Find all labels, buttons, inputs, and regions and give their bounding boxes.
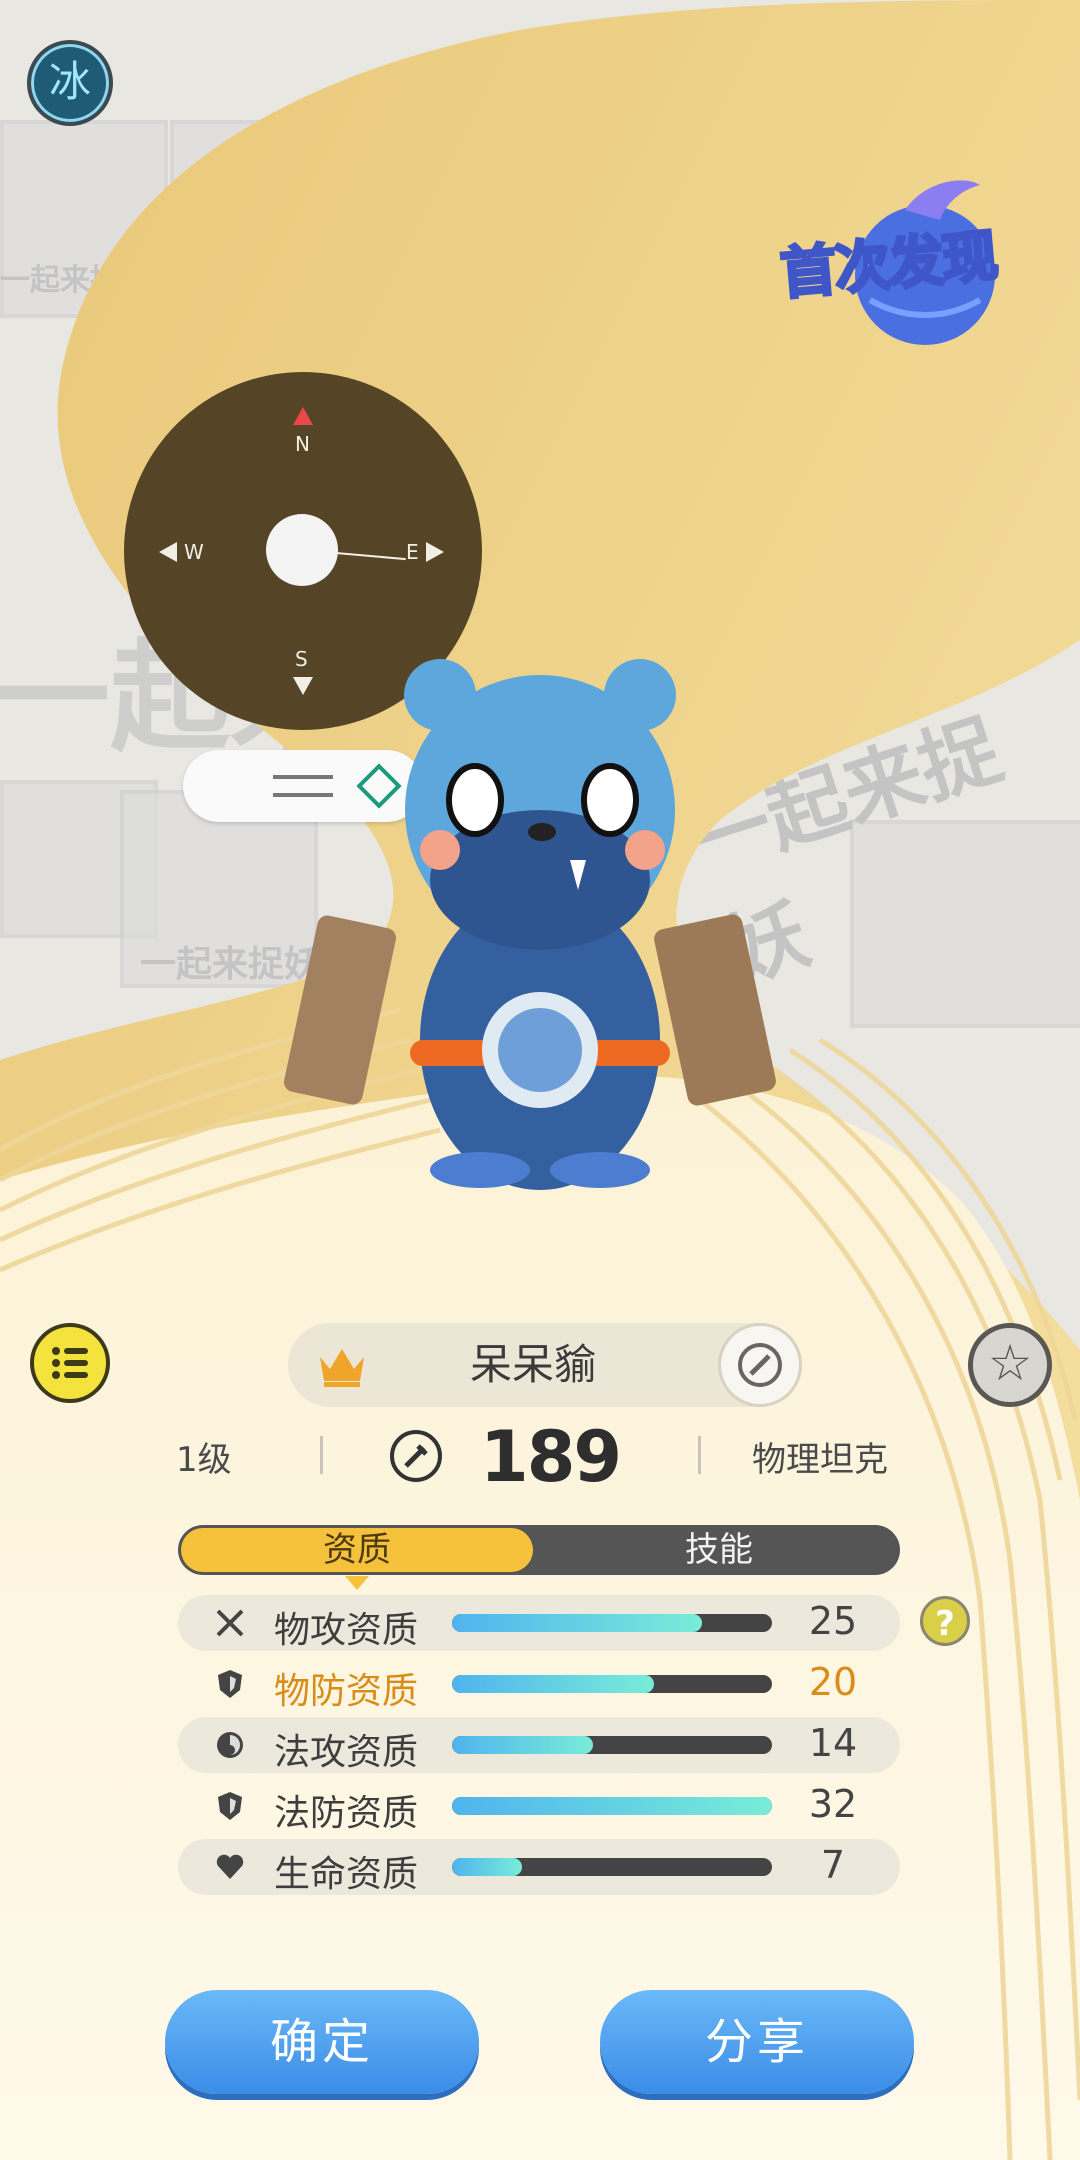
aptitude-bar xyxy=(452,1736,772,1754)
confirm-button[interactable]: 确定 xyxy=(165,1990,479,2094)
aptitude-bar-fill xyxy=(452,1797,772,1815)
aptitude-bar xyxy=(452,1614,772,1632)
tab-pointer xyxy=(345,1576,369,1590)
heart-icon xyxy=(214,1851,246,1883)
aptitude-value: 14 xyxy=(808,1721,858,1765)
compass-north: N xyxy=(295,432,310,456)
crossed-swords-icon xyxy=(214,1607,246,1639)
tab-aptitude[interactable]: 资质 xyxy=(181,1528,533,1572)
aptitude-list: 物攻资质 25 物防资质 20 法攻资质 14 法防资质 32 生命资质 7 xyxy=(178,1595,900,1900)
question-icon: ? xyxy=(935,1604,955,1644)
list-button[interactable] xyxy=(30,1323,110,1403)
aptitude-bar-fill xyxy=(452,1858,523,1876)
aptitude-row: 法防资质 32 xyxy=(178,1778,900,1834)
east-arrow-icon xyxy=(426,542,444,562)
aptitude-bar-fill xyxy=(452,1675,654,1693)
aptitude-row: 生命资质 7 xyxy=(178,1839,900,1895)
pet-level: 1级 xyxy=(176,1440,232,1480)
compass-west: W xyxy=(184,540,204,564)
shield-icon xyxy=(214,1668,246,1700)
orb-icon xyxy=(214,1729,246,1761)
aptitude-bar xyxy=(452,1858,772,1876)
pet-name-bar: 呆呆貐 xyxy=(288,1323,802,1407)
element-badge: 冰 xyxy=(27,40,113,126)
aptitude-label: 法防资质 xyxy=(274,1793,419,1834)
aptitude-bar-fill xyxy=(452,1736,593,1754)
divider xyxy=(698,1436,701,1474)
pet-model xyxy=(284,659,776,1190)
west-arrow-icon xyxy=(159,542,177,562)
aptitude-value: 7 xyxy=(820,1843,846,1887)
aptitude-bar xyxy=(452,1675,772,1693)
detail-tabs: 资质 技能 xyxy=(178,1525,900,1575)
aptitude-label: 物防资质 xyxy=(274,1671,419,1712)
north-arrow-icon xyxy=(293,407,313,425)
aptitude-value: 32 xyxy=(808,1782,858,1826)
aptitude-label: 物攻资质 xyxy=(274,1610,419,1651)
aptitude-label: 生命资质 xyxy=(274,1854,419,1895)
pet-role: 物理坦克 xyxy=(752,1440,888,1480)
combat-power-icon xyxy=(390,1430,442,1482)
first-discovery-badge: 首次发现 xyxy=(775,170,1025,350)
pet-name: 呆呆貐 xyxy=(469,1340,596,1389)
aptitude-value: 20 xyxy=(808,1660,858,1704)
edit-icon xyxy=(738,1343,782,1387)
aptitude-row: 法攻资质 14 xyxy=(178,1717,900,1773)
divider xyxy=(320,1436,323,1474)
share-button[interactable]: 分享 xyxy=(600,1990,914,2094)
aptitude-row: 物防资质 20 xyxy=(178,1656,900,1712)
star-icon: ☆ xyxy=(987,1334,1033,1392)
favorite-button[interactable]: ☆ xyxy=(968,1323,1052,1407)
aptitude-label: 法攻资质 xyxy=(274,1732,419,1773)
tab-skills[interactable]: 技能 xyxy=(538,1525,900,1575)
list-icon xyxy=(52,1347,88,1379)
compass-needle xyxy=(335,552,406,561)
compass-east: E xyxy=(406,540,419,564)
pet-info-row: 1级 189 物理坦克 xyxy=(160,1416,920,1498)
aptitude-value: 25 xyxy=(808,1599,858,1643)
compass-joystick[interactable] xyxy=(266,514,338,586)
rename-button[interactable] xyxy=(718,1323,802,1407)
combat-power: 189 xyxy=(480,1416,622,1498)
aptitude-row: 物攻资质 25 xyxy=(178,1595,900,1651)
shield-icon xyxy=(214,1790,246,1822)
aptitude-bar-fill xyxy=(452,1614,702,1632)
help-button[interactable]: ? xyxy=(920,1596,970,1646)
aptitude-bar xyxy=(452,1797,772,1815)
